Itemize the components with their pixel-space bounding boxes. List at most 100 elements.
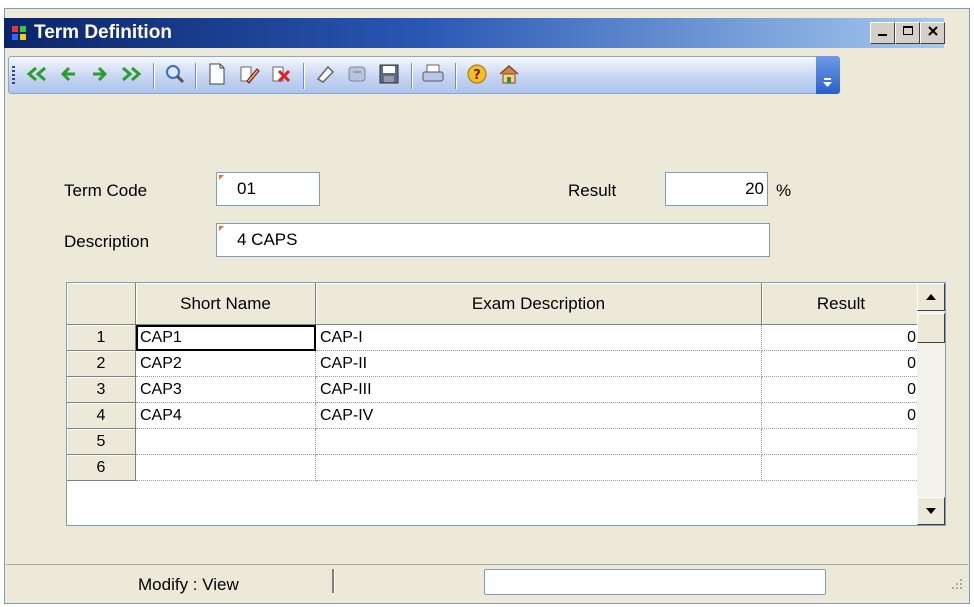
toolbar-overflow-button[interactable]: [816, 56, 840, 94]
result-cell[interactable]: [761, 428, 921, 455]
exam-description-cell[interactable]: [315, 428, 762, 455]
scroll-thumb[interactable]: [917, 313, 945, 343]
column-header-short-name[interactable]: Short Name: [135, 283, 316, 325]
double-arrow-left-icon: [25, 65, 49, 88]
close-icon: [927, 24, 939, 42]
title-bar[interactable]: Term Definition: [4, 18, 945, 48]
short-name-cell[interactable]: CAP1: [135, 324, 316, 351]
short-name-cell[interactable]: CAP4: [135, 402, 316, 429]
exam-table: Short Name Exam Description Result 1 CAP…: [67, 283, 921, 481]
table-row[interactable]: 2 CAP2 CAP-II 0: [67, 350, 921, 377]
new-button[interactable]: [203, 62, 231, 90]
result-cell[interactable]: 0: [761, 402, 921, 429]
table-row[interactable]: 3 CAP3 CAP-III 0: [67, 376, 921, 403]
toolbar-grip[interactable]: [12, 66, 15, 86]
toolbar-separator: [303, 63, 305, 89]
scroll-down-button[interactable]: [917, 497, 945, 525]
row-number[interactable]: 5: [67, 428, 136, 455]
printer-icon: [421, 63, 445, 90]
required-marker-icon: [219, 175, 224, 180]
row-number[interactable]: 2: [67, 350, 136, 377]
eraser-icon: [314, 63, 336, 90]
first-record-button[interactable]: [23, 62, 51, 90]
chevron-down-icon: [822, 76, 834, 94]
clear-button[interactable]: [311, 62, 339, 90]
status-progress-box: [484, 569, 826, 595]
save-button[interactable]: [375, 62, 403, 90]
result-cell[interactable]: 0: [761, 324, 921, 351]
column-header-exam-description[interactable]: Exam Description: [315, 283, 762, 325]
exam-description-cell[interactable]: CAP-I: [315, 324, 762, 351]
arrow-down-icon: [925, 502, 937, 520]
toolbar-separator: [455, 63, 457, 89]
vertical-scrollbar[interactable]: [917, 283, 945, 525]
toolbar-separator: [153, 63, 155, 89]
status-bar: Modify : View: [6, 564, 968, 601]
exam-grid[interactable]: Short Name Exam Description Result 1 CAP…: [66, 282, 946, 526]
result-field[interactable]: 20: [665, 172, 768, 206]
table-row[interactable]: 1 CAP1 CAP-I 0: [67, 324, 921, 351]
short-name-cell[interactable]: [135, 454, 316, 481]
arrow-up-icon: [925, 288, 937, 306]
result-value: 20: [745, 179, 764, 198]
description-label: Description: [64, 232, 150, 251]
arrow-right-icon: [89, 65, 109, 88]
short-name-cell[interactable]: CAP2: [135, 350, 316, 377]
minimize-icon: [877, 24, 889, 42]
scroll-up-button[interactable]: [917, 283, 945, 311]
minimize-button[interactable]: [870, 22, 895, 44]
toolbar: ?: [8, 56, 836, 94]
description-field[interactable]: 4 CAPS: [216, 223, 770, 257]
exam-description-cell[interactable]: CAP-II: [315, 350, 762, 377]
term-code-label: Term Code: [64, 181, 148, 200]
result-cell[interactable]: 0: [761, 376, 921, 403]
edit-button[interactable]: [235, 62, 263, 90]
arrow-left-icon: [59, 65, 79, 88]
result-label: Result: [568, 181, 617, 200]
required-marker-icon: [219, 226, 224, 231]
column-header-result[interactable]: Result: [761, 283, 921, 325]
short-name-cell[interactable]: CAP3: [135, 376, 316, 403]
table-row[interactable]: 6: [67, 454, 921, 481]
magnifier-icon: [164, 63, 186, 90]
delete-button[interactable]: [267, 62, 295, 90]
exam-description-cell[interactable]: [315, 454, 762, 481]
toolbar-separator: [195, 63, 197, 89]
table-row[interactable]: 5: [67, 428, 921, 455]
previous-record-button[interactable]: [55, 62, 83, 90]
resize-grip-icon[interactable]: [950, 577, 964, 591]
result-cell[interactable]: [761, 454, 921, 481]
print-button[interactable]: [419, 62, 447, 90]
undo-button[interactable]: [343, 62, 371, 90]
term-code-value: 01: [237, 179, 256, 198]
next-record-button[interactable]: [85, 62, 113, 90]
home-icon: [498, 63, 520, 90]
search-button[interactable]: [161, 62, 189, 90]
maximize-button[interactable]: [895, 22, 920, 44]
row-number[interactable]: 1: [67, 324, 136, 351]
result-cell[interactable]: 0: [761, 350, 921, 377]
last-record-button[interactable]: [117, 62, 145, 90]
status-divider: [332, 569, 335, 593]
result-unit: %: [776, 181, 792, 200]
table-row[interactable]: 4 CAP4 CAP-IV 0: [67, 402, 921, 429]
corner-header: [67, 283, 136, 325]
close-button[interactable]: [920, 22, 945, 44]
app-icon: [12, 25, 28, 41]
exam-description-cell[interactable]: CAP-III: [315, 376, 762, 403]
row-number[interactable]: 3: [67, 376, 136, 403]
new-document-icon: [208, 63, 226, 90]
term-code-field[interactable]: 01: [216, 172, 320, 206]
exam-description-cell[interactable]: CAP-IV: [315, 402, 762, 429]
help-button[interactable]: ?: [463, 62, 491, 90]
row-number[interactable]: 6: [67, 454, 136, 481]
row-number[interactable]: 4: [67, 402, 136, 429]
floppy-icon: [378, 63, 400, 90]
short-name-cell[interactable]: [135, 428, 316, 455]
toolbar-separator: [411, 63, 413, 89]
help-icon: ?: [466, 63, 488, 90]
pencil-icon: [238, 63, 260, 90]
description-value: 4 CAPS: [237, 230, 298, 249]
home-button[interactable]: [495, 62, 523, 90]
delete-icon: [270, 63, 292, 90]
